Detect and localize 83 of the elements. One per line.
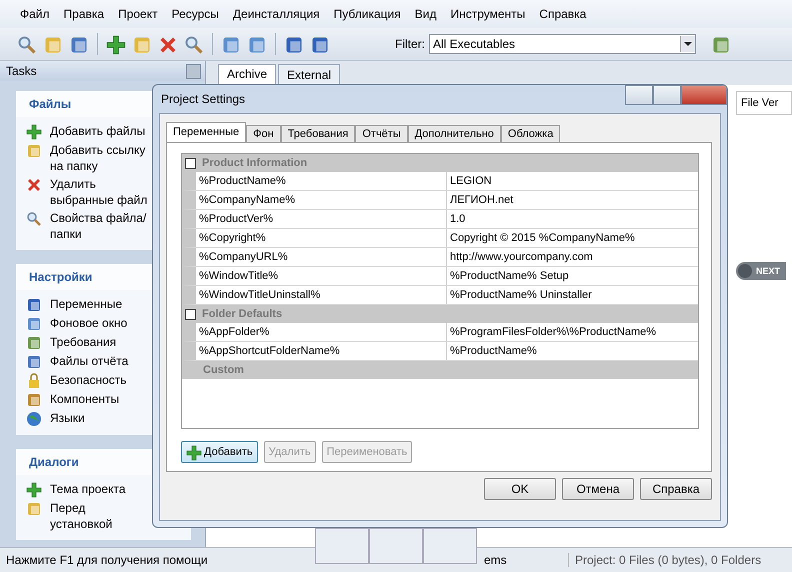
variable-name: %ProductVer% bbox=[196, 210, 447, 228]
task-link[interactable]: Файлы отчёта bbox=[50, 353, 148, 369]
menu-item[interactable]: Вид bbox=[408, 5, 442, 23]
variable-name: %ProductName% bbox=[196, 172, 447, 190]
magnifier-icon bbox=[184, 34, 204, 54]
collapse-icon[interactable] bbox=[185, 308, 196, 320]
settings-tab[interactable]: Фон bbox=[246, 125, 281, 142]
variable-value[interactable]: %ProductName% Uninstaller bbox=[447, 286, 592, 304]
panel-title: Tasks bbox=[6, 64, 37, 78]
menu-item[interactable]: Деинсталляция bbox=[226, 5, 326, 23]
group-title: Folder Defaults bbox=[202, 308, 282, 320]
dialog-button[interactable]: Справка bbox=[640, 478, 712, 500]
menu-item[interactable]: Файл bbox=[14, 5, 56, 23]
settings-tab[interactable]: Отчёты bbox=[355, 125, 408, 142]
group-title: Custom bbox=[203, 364, 244, 376]
task-link[interactable]: Добавить файлы bbox=[50, 123, 148, 139]
variable-value[interactable]: Copyright © 2015 %CompanyName% bbox=[447, 229, 635, 247]
lock-icon bbox=[26, 373, 42, 389]
menu-item[interactable]: Проект bbox=[112, 5, 164, 23]
caret-icon[interactable] bbox=[684, 42, 692, 46]
settings-tab[interactable]: Переменные bbox=[166, 122, 246, 142]
cross-icon bbox=[158, 34, 178, 54]
task-link[interactable]: Тема проекта bbox=[50, 481, 148, 497]
variable-value[interactable]: 1.0 bbox=[447, 210, 466, 228]
filter-label: Filter: bbox=[395, 37, 425, 51]
project-summary: Project: 0 Files (0 bytes), 0 Folders bbox=[568, 553, 762, 567]
minimize-button[interactable] bbox=[625, 85, 653, 105]
variable-value[interactable]: ЛЕГИОН.net bbox=[447, 191, 514, 209]
variable-name: %Copyright% bbox=[196, 229, 447, 247]
collapse-icon[interactable] bbox=[185, 158, 196, 168]
plus-icon bbox=[186, 444, 202, 460]
variable-value[interactable]: %ProductName% Setup bbox=[447, 267, 569, 285]
variable-name: %AppShortcutFolderName% bbox=[196, 342, 447, 360]
task-link[interactable]: Компоненты bbox=[50, 391, 148, 407]
filter-dropdown[interactable]: All Executables bbox=[429, 34, 696, 54]
status-hint: Нажмите F1 для получения помощи bbox=[5, 553, 209, 567]
variable-value[interactable]: %ProductName% bbox=[447, 342, 537, 360]
settings-tab[interactable]: Требования bbox=[280, 125, 356, 142]
action-button[interactable]: Добавить bbox=[181, 441, 258, 463]
task-link[interactable]: Переменные bbox=[50, 296, 148, 312]
maximize-button[interactable] bbox=[653, 85, 681, 105]
variable-name: %WindowTitle% bbox=[196, 267, 447, 285]
task-link[interactable]: Безопасность bbox=[50, 372, 148, 388]
plus-icon bbox=[26, 482, 42, 498]
plus-icon bbox=[106, 34, 126, 54]
settings-tab[interactable]: Обложка bbox=[500, 125, 560, 142]
variable-name: %CompanyName% bbox=[196, 191, 447, 209]
menu-item[interactable]: Ресурсы bbox=[166, 5, 225, 23]
variable-value[interactable]: LEGION bbox=[447, 172, 492, 190]
document-tab[interactable]: Archive bbox=[218, 64, 276, 85]
settings-tab[interactable]: Дополнительно bbox=[408, 125, 501, 142]
task-link[interactable]: Удалить выбранные файл bbox=[50, 176, 148, 208]
variable-value[interactable]: http://www.yourcompany.com bbox=[447, 248, 593, 266]
cross-icon bbox=[26, 177, 42, 193]
thumbnail[interactable] bbox=[315, 528, 369, 564]
variable-name: %AppFolder% bbox=[196, 323, 447, 341]
thumbnail[interactable] bbox=[369, 528, 423, 564]
variable-name: %CompanyURL% bbox=[196, 248, 447, 266]
variable-value[interactable]: %ProgramFilesFolder%\%ProductName% bbox=[447, 323, 656, 341]
dialog-button[interactable]: Отмена bbox=[562, 478, 634, 500]
plus-icon bbox=[26, 124, 42, 140]
magnifier-icon bbox=[26, 211, 42, 227]
task-link[interactable]: Языки bbox=[50, 410, 148, 426]
document-tab[interactable]: External bbox=[278, 64, 340, 85]
task-link[interactable]: Перед установкой bbox=[50, 500, 148, 532]
column-header[interactable]: File Ver bbox=[736, 91, 792, 115]
close-button[interactable] bbox=[681, 85, 727, 105]
menu-item[interactable]: Справка bbox=[533, 5, 592, 23]
menu-item[interactable]: Инструменты bbox=[444, 5, 532, 23]
dialog-button[interactable]: OK bbox=[484, 478, 556, 500]
task-link[interactable]: Фоновое окно bbox=[50, 315, 148, 331]
task-link[interactable]: Добавить ссылку на папку bbox=[50, 142, 148, 174]
group-title: Product Information bbox=[202, 157, 308, 169]
menu-item[interactable]: Публикация bbox=[328, 5, 407, 23]
status-text: ems bbox=[484, 553, 508, 567]
thumbnail[interactable] bbox=[423, 528, 477, 564]
menu-item[interactable]: Правка bbox=[58, 5, 110, 23]
globe-icon bbox=[26, 411, 42, 427]
variable-name: %WindowTitleUninstall% bbox=[196, 286, 447, 304]
magnifier-icon bbox=[17, 34, 37, 54]
task-link[interactable]: Требования bbox=[50, 334, 148, 350]
next-button[interactable]: NEXT bbox=[736, 262, 786, 280]
task-link[interactable]: Свойства файла/папки bbox=[50, 210, 148, 242]
